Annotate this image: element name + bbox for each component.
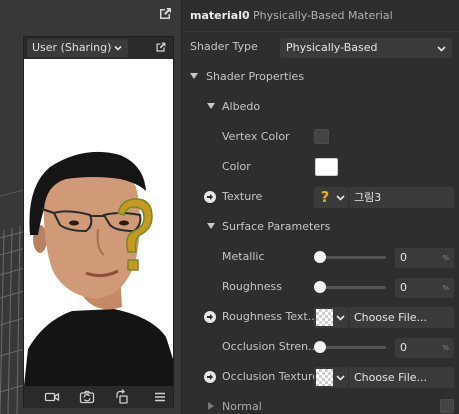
- metallic-value-field[interactable]: 0 %: [395, 248, 454, 268]
- collapse-triangle-icon: [207, 103, 215, 109]
- section-surface-parameters[interactable]: Surface Parameters: [182, 212, 459, 242]
- roughness-texture-file-button[interactable]: Choose File...: [349, 307, 454, 328]
- occlusion-strength-slider[interactable]: [320, 346, 386, 349]
- checker-icon: [316, 309, 333, 326]
- metallic-value: 0: [400, 251, 407, 264]
- section-label: Normal: [222, 400, 262, 413]
- chevron-down-icon: [336, 195, 345, 201]
- collapse-triangle-icon: [190, 73, 198, 79]
- person-photo: [24, 59, 173, 386]
- material-type-subtitle: – Physically-Based Material: [244, 9, 393, 22]
- shader-type-label: Shader Type: [190, 40, 258, 53]
- roughness-row: Roughness 0 %: [182, 272, 459, 302]
- menu-icon[interactable]: [152, 389, 168, 405]
- camera-switch-icon[interactable]: [79, 389, 95, 405]
- color-label: Color: [222, 160, 251, 173]
- rotate-icon[interactable]: [114, 389, 130, 405]
- percent-unit: %: [442, 254, 449, 262]
- roughness-value: 0: [400, 281, 407, 294]
- occlusion-texture-label: Occlusion Texture: [222, 370, 320, 383]
- roughness-texture-row: Roughness Text... Choose File...: [182, 302, 459, 332]
- link-arrow-icon[interactable]: [204, 191, 216, 203]
- metallic-row: Metallic 0 %: [182, 242, 459, 272]
- percent-unit: %: [442, 284, 449, 292]
- camera-source-select[interactable]: User (Sharing): [27, 39, 128, 57]
- vertex-color-label: Vertex Color: [222, 130, 290, 143]
- question-mark-icon: ?: [320, 188, 330, 206]
- roughness-texture-label: Roughness Text...: [222, 310, 319, 323]
- chevron-down-icon: [114, 45, 122, 51]
- occlusion-texture-row: Occlusion Texture Choose File...: [182, 362, 459, 392]
- color-swatch[interactable]: [315, 158, 338, 176]
- section-albedo[interactable]: Albedo: [182, 92, 459, 122]
- roughness-slider[interactable]: [320, 286, 386, 289]
- occlusion-strength-slider-knob[interactable]: [314, 341, 326, 353]
- video-camera-icon[interactable]: [44, 389, 60, 405]
- roughness-slider-knob[interactable]: [314, 281, 326, 293]
- inspector-title-bar: material0 – Physically-Based Material: [182, 0, 459, 32]
- camera-source-label: User (Sharing): [32, 41, 112, 54]
- section-label: Shader Properties: [206, 70, 305, 83]
- expand-triangle-icon: [208, 402, 214, 410]
- shader-type-dropdown[interactable]: Physically-Based: [280, 38, 452, 58]
- section-normal[interactable]: Normal: [182, 392, 459, 414]
- roughness-value-field[interactable]: 0 %: [395, 278, 454, 298]
- texture-picker[interactable]: ?: [314, 187, 348, 208]
- metallic-slider[interactable]: [320, 256, 386, 259]
- camera-toolbar: [24, 386, 173, 408]
- chevron-down-icon: [336, 315, 345, 321]
- metallic-label: Metallic: [222, 250, 265, 263]
- occlusion-strength-value: 0: [400, 341, 407, 354]
- section-label: Surface Parameters: [222, 220, 331, 233]
- metallic-slider-knob[interactable]: [314, 251, 326, 263]
- color-row: Color: [182, 152, 459, 182]
- section-shader-properties[interactable]: Shader Properties: [182, 62, 459, 92]
- popout-icon[interactable]: [154, 41, 167, 54]
- roughness-texture-picker[interactable]: [314, 307, 348, 328]
- vertex-color-checkbox[interactable]: [314, 129, 329, 144]
- normal-checkbox[interactable]: [440, 399, 454, 413]
- albedo-texture-row: Texture ? 그림3: [182, 182, 459, 212]
- material-name: material0: [190, 9, 250, 22]
- camera-preview-panel: User (Sharing): [23, 36, 174, 408]
- material-inspector: material0 – Physically-Based Material Sh…: [181, 0, 459, 414]
- occlusion-strength-label: Occlusion Stren...: [222, 340, 319, 353]
- camera-header: User (Sharing): [24, 37, 173, 59]
- occlusion-strength-value-field[interactable]: 0 %: [395, 338, 454, 358]
- occlusion-texture-file-button[interactable]: Choose File...: [349, 367, 454, 388]
- link-arrow-icon[interactable]: [204, 311, 216, 323]
- chevron-down-icon: [336, 375, 345, 381]
- shader-type-value: Physically-Based: [286, 41, 378, 54]
- occlusion-strength-row: Occlusion Stren... 0 %: [182, 332, 459, 362]
- chevron-down-icon: [437, 46, 446, 52]
- percent-unit: %: [442, 344, 449, 352]
- external-link-icon[interactable]: [157, 6, 173, 22]
- collapse-triangle-icon: [207, 223, 215, 229]
- texture-name-field[interactable]: 그림3: [349, 187, 454, 208]
- occlusion-texture-picker[interactable]: [314, 367, 348, 388]
- checker-icon: [316, 369, 333, 386]
- section-label: Albedo: [222, 100, 261, 113]
- camera-feed-image: [24, 59, 173, 386]
- 3d-viewport[interactable]: User (Sharing): [0, 0, 181, 414]
- link-arrow-icon[interactable]: [204, 371, 216, 383]
- roughness-label: Roughness: [222, 280, 283, 293]
- vertex-color-row: Vertex Color: [182, 122, 459, 152]
- texture-label: Texture: [222, 190, 263, 203]
- shader-type-row: Shader Type Physically-Based: [182, 32, 459, 62]
